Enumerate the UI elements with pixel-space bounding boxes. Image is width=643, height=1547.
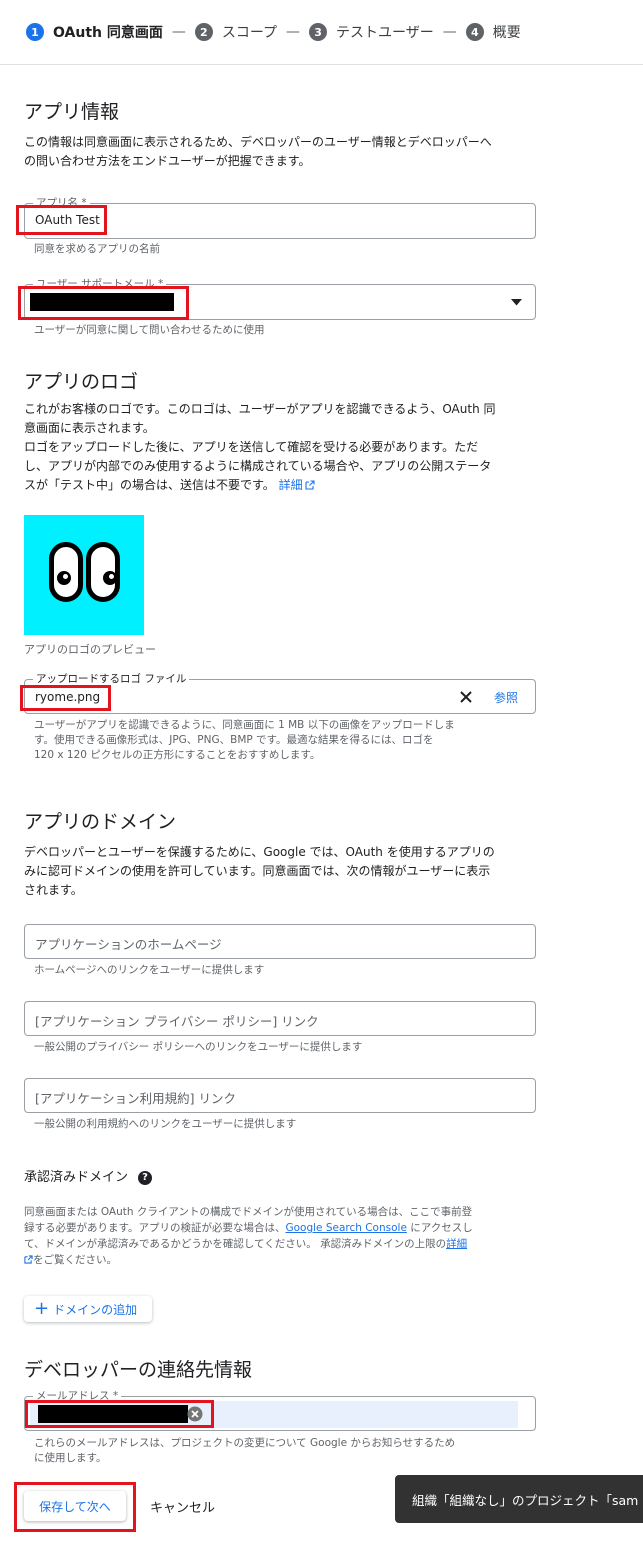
privacy-policy-hint: 一般公開のプライバシー ポリシーへのリンクをユーザーに提供します bbox=[34, 1041, 363, 1053]
snackbar: 組織「組織なし」のプロジェクト「sam bbox=[395, 1475, 643, 1523]
step-oauth-consent[interactable]: 1 OAuth 同意画面 bbox=[26, 22, 163, 42]
logo-pupil bbox=[103, 571, 117, 585]
hint-line: 120 x 120 ピクセルの正方形にすることをおすすめします。 bbox=[34, 749, 321, 761]
add-domain-button[interactable]: + ドメインの追加 bbox=[24, 1296, 152, 1322]
description-line: をご覧ください。 bbox=[24, 1252, 536, 1268]
step-number: 2 bbox=[194, 23, 213, 41]
step-label: テストユーザー bbox=[336, 25, 434, 41]
app-name-hint: 同意を求めるアプリの名前 bbox=[34, 243, 160, 255]
description-line: 同意画面または OAuth クライアントの構成でドメインが使用されている場合は、… bbox=[24, 1206, 473, 1218]
highlight-box bbox=[18, 286, 189, 320]
step-label: OAuth 同意画面 bbox=[53, 25, 163, 41]
step-separator: — bbox=[171, 24, 186, 40]
description-line: 意画面に表示されます。 bbox=[24, 421, 155, 435]
external-link-icon bbox=[24, 1255, 33, 1264]
header-divider bbox=[0, 64, 643, 65]
logo-glint bbox=[109, 574, 114, 579]
step-separator: — bbox=[286, 24, 301, 40]
add-domain-label: ドメインの追加 bbox=[53, 1302, 138, 1317]
privacy-policy-placeholder: [アプリケーション プライバシー ポリシー] リンク bbox=[35, 1014, 319, 1029]
app-logo-description: これがお客様のロゴです。このロゴは、ユーザーがアプリを認識できるよう、OAuth… bbox=[24, 400, 536, 495]
hint-line: ユーザーがアプリを認識できるように、同意画面に 1 MB 以下の画像をアップロー… bbox=[34, 719, 455, 731]
search-console-link[interactable]: Google Search Console bbox=[285, 1222, 406, 1234]
step-label: 概要 bbox=[492, 25, 521, 41]
terms-hint: 一般公開の利用規約へのリンクをユーザーに提供します bbox=[34, 1118, 297, 1130]
terms-input[interactable]: [アプリケーション利用規約] リンク bbox=[24, 1078, 536, 1113]
description-line: ロゴをアップロードした後に、アプリを送信して確認を受ける必要があります。ただ bbox=[24, 440, 479, 454]
step-label: スコープ bbox=[221, 25, 278, 41]
hint-line: に使用します。 bbox=[34, 1452, 107, 1464]
description-line: し、アプリが内部でのみ使用するように構成されている場合や、アプリの公開ステータ bbox=[24, 459, 492, 473]
step-number: 1 bbox=[26, 23, 44, 41]
description-line: この情報は同意画面に表示されるため、デベロッパーのユーザー情報とデベロッパーへ bbox=[24, 135, 492, 149]
snackbar-message: 組織「組織なし」のプロジェクト「sam bbox=[412, 1492, 639, 1508]
description-line: みに認可ドメインの使用を許可しています。同意画面では、次の情報がユーザーに表示 bbox=[24, 864, 491, 878]
description-line: て、ドメインが承認済みであるかどうかを確認してください。 承認済みドメインの上限… bbox=[24, 1238, 468, 1250]
step-summary[interactable]: 4 概要 bbox=[465, 22, 521, 42]
app-domain-title: アプリのドメイン bbox=[24, 811, 177, 833]
plus-icon: + bbox=[34, 1298, 50, 1319]
step-number: 4 bbox=[465, 23, 484, 41]
highlight-box bbox=[14, 1482, 136, 1532]
app-info-title: アプリ情報 bbox=[24, 101, 120, 123]
homepage-hint: ホームページへのリンクをユーザーに提供します bbox=[34, 964, 265, 976]
highlight-box bbox=[25, 1400, 214, 1428]
description-line: これがお客様のロゴです。このロゴは、ユーザーがアプリを認識できるよう、OAuth… bbox=[24, 402, 496, 416]
details-link[interactable]: 詳細 bbox=[446, 1238, 467, 1250]
dropdown-arrow-icon bbox=[511, 299, 522, 306]
description-line: の問い合わせ方法をエンドユーザーが把握できます。 bbox=[24, 154, 311, 168]
logo-file-hint: ユーザーがアプリを認識できるように、同意画面に 1 MB 以下の画像をアップロー… bbox=[34, 718, 534, 763]
developer-email-hint: これらのメールアドレスは、プロジェクトの変更について Google からお知らせ… bbox=[34, 1436, 534, 1466]
terms-placeholder: [アプリケーション利用規約] リンク bbox=[35, 1091, 236, 1106]
highlight-box bbox=[16, 205, 107, 235]
authorized-domains-label: 承認済みドメイン bbox=[24, 1170, 129, 1185]
privacy-policy-input[interactable]: [アプリケーション プライバシー ポリシー] リンク bbox=[24, 1001, 536, 1036]
authorized-domains-title: 承認済みドメイン? bbox=[24, 1166, 153, 1185]
stepper: 1 OAuth 同意画面 — 2 スコープ — 3 テストユーザー — 4 概要 bbox=[26, 20, 521, 44]
logo-preview-image bbox=[24, 515, 144, 635]
highlight-box bbox=[20, 685, 111, 711]
step-scopes[interactable]: 2 スコープ bbox=[194, 22, 278, 42]
app-info-description: この情報は同意画面に表示されるため、デベロッパーのユーザー情報とデベロッパーへ … bbox=[24, 133, 536, 171]
homepage-placeholder: アプリケーションのホームページ bbox=[35, 937, 222, 952]
clear-icon[interactable] bbox=[459, 690, 473, 704]
step-separator: — bbox=[442, 24, 457, 40]
step-test-users[interactable]: 3 テストユーザー bbox=[309, 22, 434, 42]
logo-glint bbox=[63, 574, 68, 579]
description-line: 録する必要があります。アプリの検証が必要な場合は、Google Search C… bbox=[24, 1222, 473, 1234]
help-icon[interactable]: ? bbox=[138, 1170, 153, 1185]
app-domain-description: デベロッパーとユーザーを保護するために、Google では、OAuth を使用す… bbox=[24, 843, 536, 900]
app-logo-title: アプリのロゴ bbox=[24, 371, 139, 393]
cancel-button[interactable]: キャンセル bbox=[150, 1497, 215, 1516]
logo-file-label: アップロードするロゴ ファイル bbox=[33, 672, 190, 686]
logo-preview-caption: アプリのロゴのプレビュー bbox=[24, 643, 156, 656]
logo-pupil bbox=[57, 571, 71, 585]
browse-button[interactable]: 参照 bbox=[494, 689, 518, 706]
description-line: スが「テスト中」の場合は、送信は不要です。 詳細 bbox=[24, 476, 536, 495]
support-email-hint: ユーザーが同意に関して問い合わせるために使用 bbox=[34, 324, 265, 336]
description-line: デベロッパーとユーザーを保護するために、Google では、OAuth を使用す… bbox=[24, 845, 495, 859]
logo-left-eye bbox=[49, 542, 83, 602]
step-number: 3 bbox=[309, 23, 328, 41]
description-line: されます。 bbox=[24, 883, 83, 897]
hint-line: これらのメールアドレスは、プロジェクトの変更について Google からお知らせ… bbox=[34, 1437, 456, 1449]
external-link-icon bbox=[305, 480, 315, 490]
details-link[interactable]: 詳細 bbox=[279, 478, 303, 492]
hint-line: す。使用できる画像形式は、JPG、PNG、BMP です。最適な結果を得るには、ロ… bbox=[34, 734, 434, 746]
logo-right-eye bbox=[86, 542, 120, 602]
authorized-domains-description: 同意画面または OAuth クライアントの構成でドメインが使用されている場合は、… bbox=[24, 1204, 536, 1268]
homepage-input[interactable]: アプリケーションのホームページ bbox=[24, 924, 536, 959]
developer-contact-title: デベロッパーの連絡先情報 bbox=[24, 1359, 253, 1381]
